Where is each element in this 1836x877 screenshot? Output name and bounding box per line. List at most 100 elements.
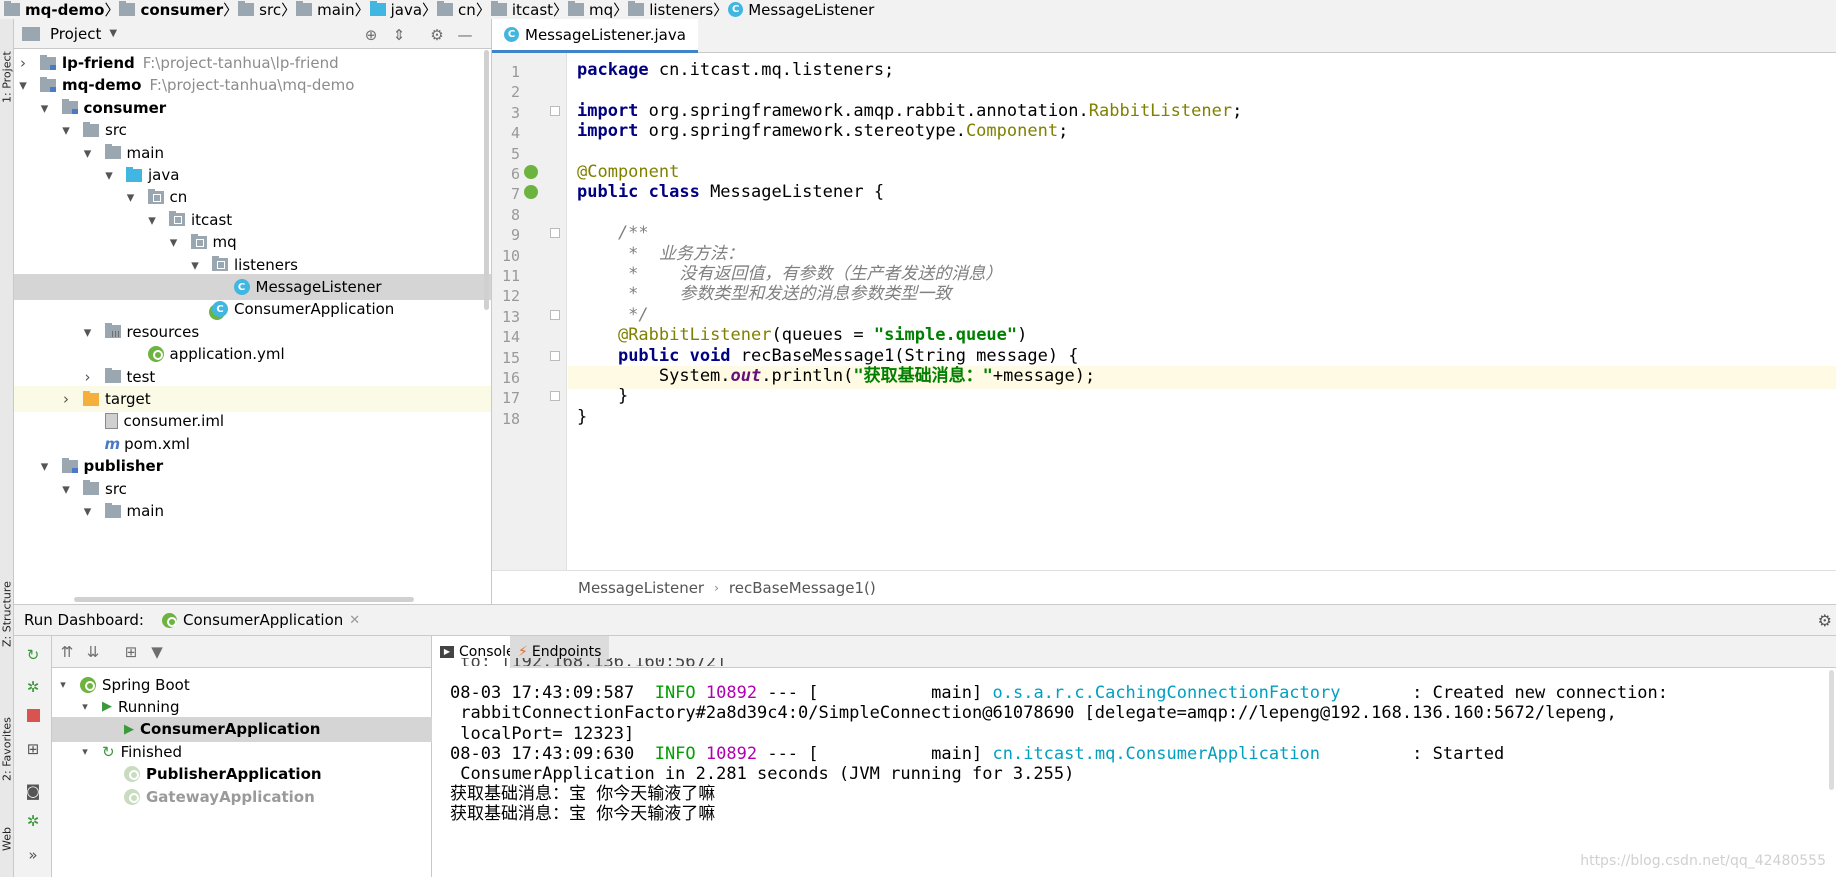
footer-breadcrumb-class[interactable]: MessageListener [578,579,704,597]
console-token [696,683,706,703]
tree-node-label: mq-demo [62,76,142,95]
chevron-down-icon[interactable]: ▾ [81,502,95,520]
service-node[interactable]: ▶ ConsumerApplication [52,716,432,742]
stop-icon[interactable] [24,708,42,726]
breadcrumb-separator: 〉 [104,1,120,19]
favorites-tool-tab[interactable]: 2: Favorites [0,699,14,799]
footer-breadcrumb-method[interactable]: recBaseMessage1() [729,579,876,597]
chevron-down-icon[interactable]: ▼ [109,28,117,39]
gear-icon[interactable]: ⚙ [1818,611,1832,630]
fold-marker-icon[interactable] [550,391,560,402]
chevron-right-icon[interactable]: › [59,390,73,408]
chevron-down-icon[interactable]: ▾ [78,745,92,758]
module-folder-icon [4,1,20,16]
code-token: .println( [761,366,854,386]
console-token: 08-03 17:43:09:587 [450,683,655,704]
tree-scrollbar[interactable] [484,50,489,310]
code-token: package [577,60,649,80]
breadcrumb-item[interactable]: cn [437,1,476,19]
line-number: 3 [510,103,520,122]
gear-icon[interactable]: ⚙ [428,26,446,44]
chevron-down-icon[interactable]: ▾ [78,700,92,713]
chevron-down-icon[interactable]: ▾ [38,99,52,117]
settings-debug-icon[interactable]: ✲ [24,812,42,830]
service-node[interactable]: ▾ ▶ Running [52,694,432,719]
chevron-down-icon[interactable]: ▾ [145,211,159,229]
code-token: MessageListener { [699,182,885,203]
service-node[interactable]: GatewayApplication [52,784,432,809]
chevron-down-icon[interactable]: ▾ [38,457,52,475]
fold-marker-icon[interactable] [550,350,560,361]
chevron-down-icon[interactable]: ▾ [102,166,116,184]
rerun-icon[interactable]: ↻ [24,646,42,664]
tree-node-label: listeners [234,255,298,274]
expand-all-icon[interactable]: ⇈ [58,643,76,661]
package-icon [437,1,454,16]
group-services-icon[interactable]: ⊞ [24,740,42,758]
editor-tab-messagelistener[interactable]: C MessageListener.java [492,19,698,53]
breadcrumb-item[interactable]: main [296,0,355,19]
maven-icon: m [104,434,121,453]
tree-node[interactable]: ▾ main [14,498,491,524]
chevron-down-icon[interactable]: ▾ [16,76,30,94]
module-folder-icon [61,99,78,115]
breadcrumb-item[interactable]: itcast [490,1,553,19]
web-tool-tab[interactable]: Web [0,819,14,859]
breadcrumb-item[interactable]: C MessageListener [728,1,874,19]
chevron-down-icon[interactable]: ▾ [167,233,181,251]
console-token [696,744,706,764]
camera-icon[interactable]: ◙ [24,782,42,800]
structure-tool-tab[interactable]: Z: Structure [0,569,14,659]
spring-bean-gutter-icon[interactable] [524,185,538,200]
locate-icon[interactable]: ⊕ [362,26,380,44]
code-token: out [730,366,762,386]
chevron-right-icon[interactable]: › [81,368,95,386]
service-node[interactable]: ▾ ↻ Finished [52,739,432,764]
chevron-down-icon[interactable]: ▾ [188,256,202,274]
breadcrumb-item[interactable]: listeners [628,1,713,19]
filter-icon[interactable]: ▼ [148,643,166,661]
chevron-down-icon[interactable]: ▾ [81,144,95,162]
close-icon[interactable]: ✕ [349,613,360,628]
run-icon: ▶ [102,699,112,715]
fold-marker-icon[interactable] [550,228,560,239]
chevron-right-icon[interactable]: › [16,54,30,72]
breadcrumb-label: mq [589,0,614,19]
project-tool-tab[interactable]: 1: Project [0,37,14,117]
breadcrumb-item[interactable]: mq [568,1,613,19]
console-scrollbar[interactable] [1829,670,1834,790]
debug-icon[interactable]: ✲ [24,678,42,696]
console-token: 获取基础消息：宝 你今天输液了嘛 [450,804,716,825]
tree-horizontal-scrollbar[interactable] [74,597,414,602]
chevron-down-icon[interactable]: ▾ [59,121,73,139]
code-token: * 业务方法： [577,243,744,264]
chevron-down-icon[interactable]: ▾ [124,188,138,206]
tree-node-label: main [126,143,164,162]
breadcrumb-label: main [317,0,355,19]
breadcrumb-item[interactable]: src [238,1,281,19]
collapse-all-icon[interactable]: ⇕ [390,26,408,44]
spring-bean-gutter-icon[interactable] [524,165,538,179]
run-config-tab[interactable]: ConsumerApplication ✕ [161,611,360,629]
service-node[interactable]: PublisherApplication [52,762,432,787]
chevron-down-icon[interactable]: ▾ [81,323,95,341]
left-tool-stripe: 1: Project Z: Structure 2: Favorites Web [0,19,14,877]
breadcrumb-item[interactable]: mq-demo [4,1,104,19]
folder-icon [104,323,121,339]
code-token: ; [1232,100,1243,121]
breadcrumb-item[interactable]: consumer [119,1,223,19]
fold-marker-icon[interactable] [550,105,560,116]
breadcrumb-item[interactable]: java [369,1,422,19]
project-panel-title[interactable]: Project [50,25,101,43]
group-by-icon[interactable]: ⊞ [122,643,140,661]
spring-boot-icon [161,612,177,628]
service-node[interactable]: ▾ Spring Boot [52,672,432,697]
console-token: o.s.a.r.c.CachingConnectionFactory [992,683,1341,704]
spring-boot-icon [124,788,140,805]
more-icon[interactable]: » [24,846,42,864]
minimize-icon[interactable]: — [456,26,474,44]
chevron-down-icon[interactable]: ▾ [59,480,73,498]
chevron-down-icon[interactable]: ▾ [56,678,70,691]
collapse-all-icon[interactable]: ⇊ [84,643,102,661]
fold-marker-icon[interactable] [550,309,560,320]
